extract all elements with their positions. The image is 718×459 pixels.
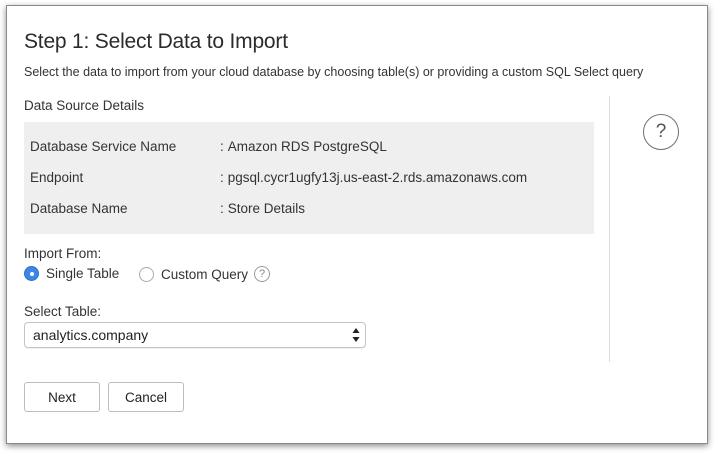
question-mark-icon: ? (655, 121, 667, 142)
next-button-label: Next (48, 389, 76, 405)
radio-single-table[interactable]: Single Table (24, 266, 119, 281)
detail-value: : pgsql.cycr1ugfy13j.us-east-2.rds.amazon… (220, 170, 527, 185)
radio-button-unselected[interactable] (139, 266, 154, 282)
radio-button-selected[interactable] (24, 266, 39, 281)
help-button[interactable]: ? (643, 114, 679, 150)
custom-query-help-icon[interactable]: ? (254, 266, 271, 282)
radio-custom-query[interactable]: Custom Query ? (139, 266, 271, 282)
dialog-subtitle: Select the data to import from your clou… (24, 65, 644, 79)
detail-key: Endpoint (30, 170, 84, 185)
radio-custom-query-label[interactable]: Custom Query (161, 267, 248, 282)
next-button[interactable]: Next (24, 382, 100, 412)
detail-value-text: Amazon RDS PostgreSQL (227, 139, 387, 154)
select-table-dropdown[interactable]: analytics.company (24, 322, 366, 348)
cancel-button[interactable]: Cancel (108, 382, 184, 412)
detail-value-text: Store Details (227, 201, 306, 216)
detail-colon: : (220, 170, 224, 185)
detail-value: : Store Details (220, 201, 305, 216)
dialog-title: Step 1: Select Data to Import (24, 30, 288, 53)
radio-single-table-label[interactable]: Single Table (46, 266, 119, 281)
import-from-label: Import From: (24, 246, 102, 261)
data-source-details-panel: Database Service Name : Amazon RDS Postgr… (24, 122, 594, 234)
select-table-label: Select Table: (24, 304, 102, 319)
select-table-value: analytics.company (33, 327, 149, 343)
updown-arrows-icon (352, 328, 360, 342)
detail-colon: : (220, 139, 224, 154)
detail-value-text: pgsql.cycr1ugfy13j.us-east-2.rds.amazona… (227, 170, 528, 185)
detail-value: : Amazon RDS PostgreSQL (220, 139, 387, 154)
vertical-divider (609, 96, 610, 362)
data-source-section-label: Data Source Details (24, 98, 145, 113)
import-dialog: Step 1: Select Data to Import Select the… (6, 5, 708, 444)
detail-colon: : (220, 201, 224, 216)
detail-key: Database Service Name (30, 139, 177, 154)
detail-key: Database Name (30, 201, 128, 216)
cancel-button-label: Cancel (124, 389, 168, 405)
